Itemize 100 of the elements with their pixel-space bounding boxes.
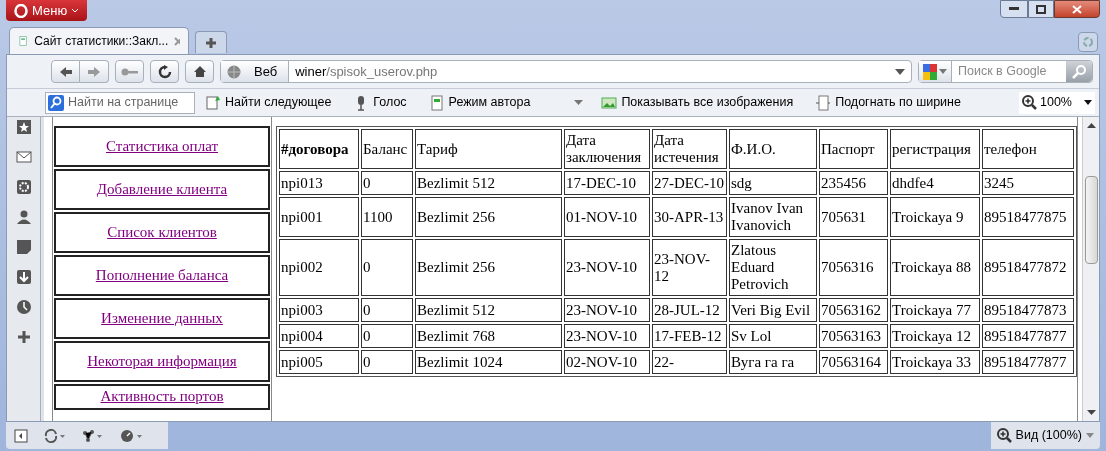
table-cell: Troickaya 12	[890, 324, 980, 348]
table-cell: 0	[361, 171, 413, 195]
table-cell: Troickaya 33	[890, 350, 980, 374]
page-icon	[18, 33, 29, 49]
table-cell: 17-FEB-12	[652, 324, 727, 348]
table-cell: 0	[361, 298, 413, 322]
column-header: Паспорт	[819, 129, 888, 169]
zoom-in-icon	[1022, 95, 1037, 110]
table-cell: 89518477873	[982, 298, 1074, 322]
home-button[interactable]	[185, 60, 214, 83]
find-field[interactable]: Найти на странице	[45, 91, 195, 114]
toolbar-button[interactable]: Показывать все изображения	[601, 93, 794, 112]
back-arrow-icon	[58, 65, 73, 78]
table-cell: 89518477877	[982, 350, 1074, 374]
table-cell: Ivanov Ivan Ivanovich	[729, 197, 817, 237]
new-tab-button[interactable]	[195, 31, 227, 53]
column-header: Баланс	[361, 129, 413, 169]
table-cell: 17-DEC-10	[564, 171, 650, 195]
home-icon	[192, 65, 207, 78]
key-icon	[120, 66, 139, 77]
settings-icon[interactable]	[15, 179, 32, 195]
table-cell: 89518477877	[982, 324, 1074, 348]
table-cell: Sv Lol	[729, 324, 817, 348]
column-header: Ф.И.О.	[729, 129, 817, 169]
table-cell: Veri Big Evil	[729, 298, 817, 322]
reload-button[interactable]	[150, 60, 179, 83]
table-cell: 23-NOV-10	[564, 324, 650, 348]
column-header: Дата истечения	[652, 129, 727, 169]
key-button[interactable]	[115, 60, 144, 83]
back-button[interactable]	[51, 60, 80, 83]
maximize-button[interactable]	[1028, 0, 1054, 18]
table-cell: npi001	[279, 197, 359, 237]
logo-icon	[14, 3, 28, 18]
table-cell: Bezlimit 768	[415, 324, 562, 348]
column-header: Дата заключения	[564, 129, 650, 169]
scroll-thumb[interactable]	[1084, 176, 1098, 264]
plus-icon[interactable]	[15, 329, 32, 345]
scroll-up-icon[interactable]	[1086, 123, 1096, 128]
table-cell: 23-NOV-10	[564, 239, 650, 296]
table-cell: 22-	[652, 350, 727, 374]
table-cell: 235456	[819, 171, 888, 195]
table-cell: 27-DEC-10	[652, 171, 727, 195]
panel-toggle-icon[interactable]	[14, 428, 28, 443]
menu-button[interactable]: Меню	[6, 0, 88, 21]
table-cell: 23-NOV-10	[564, 298, 650, 322]
table-cell: npi004	[279, 324, 359, 348]
scheme-label: Веб	[253, 62, 279, 81]
scroll-down-icon[interactable]	[1086, 410, 1096, 415]
sync-icon[interactable]	[44, 428, 66, 443]
table-cell: 0	[361, 239, 413, 296]
reload-icon	[157, 64, 172, 79]
find-input[interactable]: Найти на странице	[68, 93, 192, 112]
zoom-field[interactable]: 100%	[1019, 91, 1095, 114]
toolbar-button[interactable]: Найти следующее	[205, 93, 332, 112]
image-icon	[601, 94, 618, 111]
table-cell: 89518477872	[982, 239, 1074, 296]
column-header: #договора	[279, 129, 359, 169]
note-icon[interactable]	[15, 239, 32, 255]
search-button[interactable]	[1066, 61, 1092, 82]
toolbar-button[interactable]: Подогнать по ширине	[815, 93, 961, 112]
table-cell: Bezlimit 512	[415, 298, 562, 322]
search-engine-icon	[923, 63, 937, 80]
table-cell: dhdfe4	[890, 171, 980, 195]
globe-icon	[227, 64, 241, 79]
document-icon	[428, 94, 445, 111]
download-icon[interactable]	[15, 269, 32, 285]
table-cell: 30-APR-13	[652, 197, 727, 237]
star-icon[interactable]	[15, 119, 32, 135]
url-text: winer/spisok_userov.php	[294, 62, 438, 81]
network-icon[interactable]	[82, 428, 104, 443]
table-cell: 705631	[819, 197, 888, 237]
column-header: телефон	[982, 129, 1074, 169]
close-button[interactable]	[1054, 0, 1100, 18]
table-cell: 70563164	[819, 350, 888, 374]
dropdown-icon[interactable]	[895, 68, 905, 75]
browser-tab[interactable]: Сайт статистики::Закл...	[9, 27, 189, 54]
speedometer-icon[interactable]	[120, 428, 144, 443]
zoom-status-button[interactable]: Вид (100%)	[990, 422, 1100, 449]
column-header: Тариф	[415, 129, 562, 169]
search-input[interactable]: Поиск в Google	[952, 62, 1066, 81]
minimize-button[interactable]	[1000, 0, 1028, 18]
table-cell: 7056316	[819, 239, 888, 296]
caret-icon	[71, 7, 80, 14]
person-icon[interactable]	[15, 209, 32, 225]
fit-width-icon	[815, 94, 832, 111]
table-cell: Bezlimit 512	[415, 171, 562, 195]
search-icon	[1072, 64, 1086, 79]
table-cell: 70563162	[819, 298, 888, 322]
table-cell: npi003	[279, 298, 359, 322]
toolbar-button[interactable]: Режим автора	[428, 93, 584, 112]
plus-icon	[205, 36, 217, 49]
table-cell: 23-NOV-12	[652, 239, 727, 296]
table-cell: sdg	[729, 171, 817, 195]
search-field[interactable]: Поиск в Google	[918, 60, 1093, 83]
scrollbar[interactable]	[1082, 117, 1099, 421]
table-cell: 70563163	[819, 324, 888, 348]
address-field[interactable]: Веб winer/spisok_userov.php	[220, 60, 912, 83]
mail-icon[interactable]	[15, 149, 32, 165]
clock-icon[interactable]	[15, 299, 32, 315]
toolbar-button[interactable]: Голос	[353, 93, 407, 112]
